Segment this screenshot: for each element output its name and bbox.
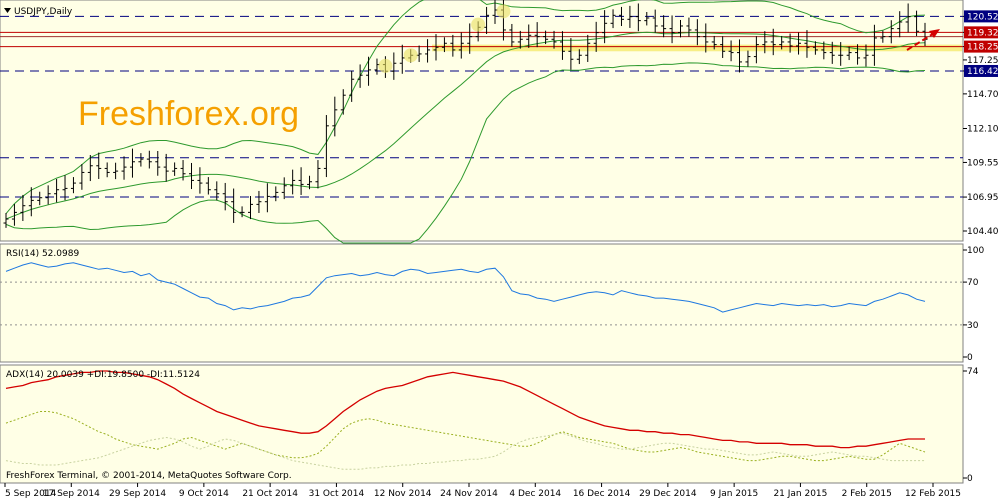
highlight-circle	[403, 48, 418, 63]
price-tick-label: 114.70	[967, 90, 999, 100]
adx-tick-label: 0	[967, 474, 973, 484]
price-tick-label: 104.40	[967, 227, 999, 237]
time-tick-label: 29 Dec 2014	[639, 489, 697, 499]
price-label-value: 119.32	[967, 28, 999, 38]
adx-panel[interactable]	[0, 364, 964, 484]
trading-terminal: Freshforex.org USDJPY,Daily 120.52 119.32…	[0, 0, 1000, 500]
highlight-circle	[496, 4, 511, 19]
time-tick-label: 29 Sep 2014	[109, 489, 166, 499]
chart-svg: Freshforex.org USDJPY,Daily 120.52 119.32…	[0, 0, 999, 499]
time-tick-label: 31 Oct 2014	[309, 489, 365, 499]
rsi-panel[interactable]	[0, 243, 964, 363]
watermark: Freshforex.org	[78, 95, 299, 133]
adx-title: ADX(14) 20.0039 +DI:19.8500 -DI:11.5124	[6, 370, 200, 380]
time-tick-label: 9 Jan 2015	[710, 489, 758, 499]
time-tick-label: 21 Jan 2015	[773, 489, 827, 499]
rsi-tick-label: 30	[967, 321, 979, 331]
price-label-value: 116.42	[967, 67, 999, 77]
price-label-value: 118.25	[967, 43, 999, 53]
adx-axis: 74 0	[963, 367, 979, 484]
rsi-tick-label: 70	[967, 278, 979, 288]
price-tick-label: 106.95	[967, 193, 999, 203]
adx-tick-label: 74	[967, 367, 979, 377]
time-tick-label: 12 Nov 2014	[374, 489, 432, 499]
rsi-tick-label: 100	[967, 246, 984, 256]
time-tick-label: 2 Feb 2015	[842, 489, 892, 499]
time-axis: 5 Sep 201417 Sep 2014 29 Sep 2014 9 Oct 20…	[4, 483, 961, 499]
chart-title: USDJPY,Daily	[14, 7, 73, 17]
time-tick-label: 21 Oct 2014	[242, 489, 298, 499]
rsi-title: RSI(14) 52.0989	[6, 249, 79, 259]
price-tick-label: 112.10	[967, 124, 999, 134]
price-tick-label: 117.25	[967, 56, 999, 66]
highlight-circle	[471, 17, 486, 32]
price-tick-label: 109.55	[967, 158, 999, 168]
price-label-value: 120.52	[967, 12, 999, 22]
highlight-circle	[378, 58, 393, 73]
price-axis: 120.52 119.32 118.25 117.25116.42 114.70 112.…	[963, 10, 999, 237]
copyright-text: FreshForex Terminal, © 2001-2014, MetaQu…	[6, 471, 292, 481]
rsi-axis: 100 70 30 0	[963, 246, 984, 363]
time-tick-label: 4 Dec 2014	[509, 489, 561, 499]
time-tick-label: 24 Nov 2014	[440, 489, 498, 499]
time-tick-label: 16 Dec 2014	[573, 489, 631, 499]
time-tick-label: 12 Feb 2015	[905, 489, 961, 499]
time-tick-label: 17 Sep 2014	[43, 489, 100, 499]
time-tick-label: 9 Oct 2014	[179, 489, 229, 499]
rsi-tick-label: 0	[967, 353, 973, 363]
